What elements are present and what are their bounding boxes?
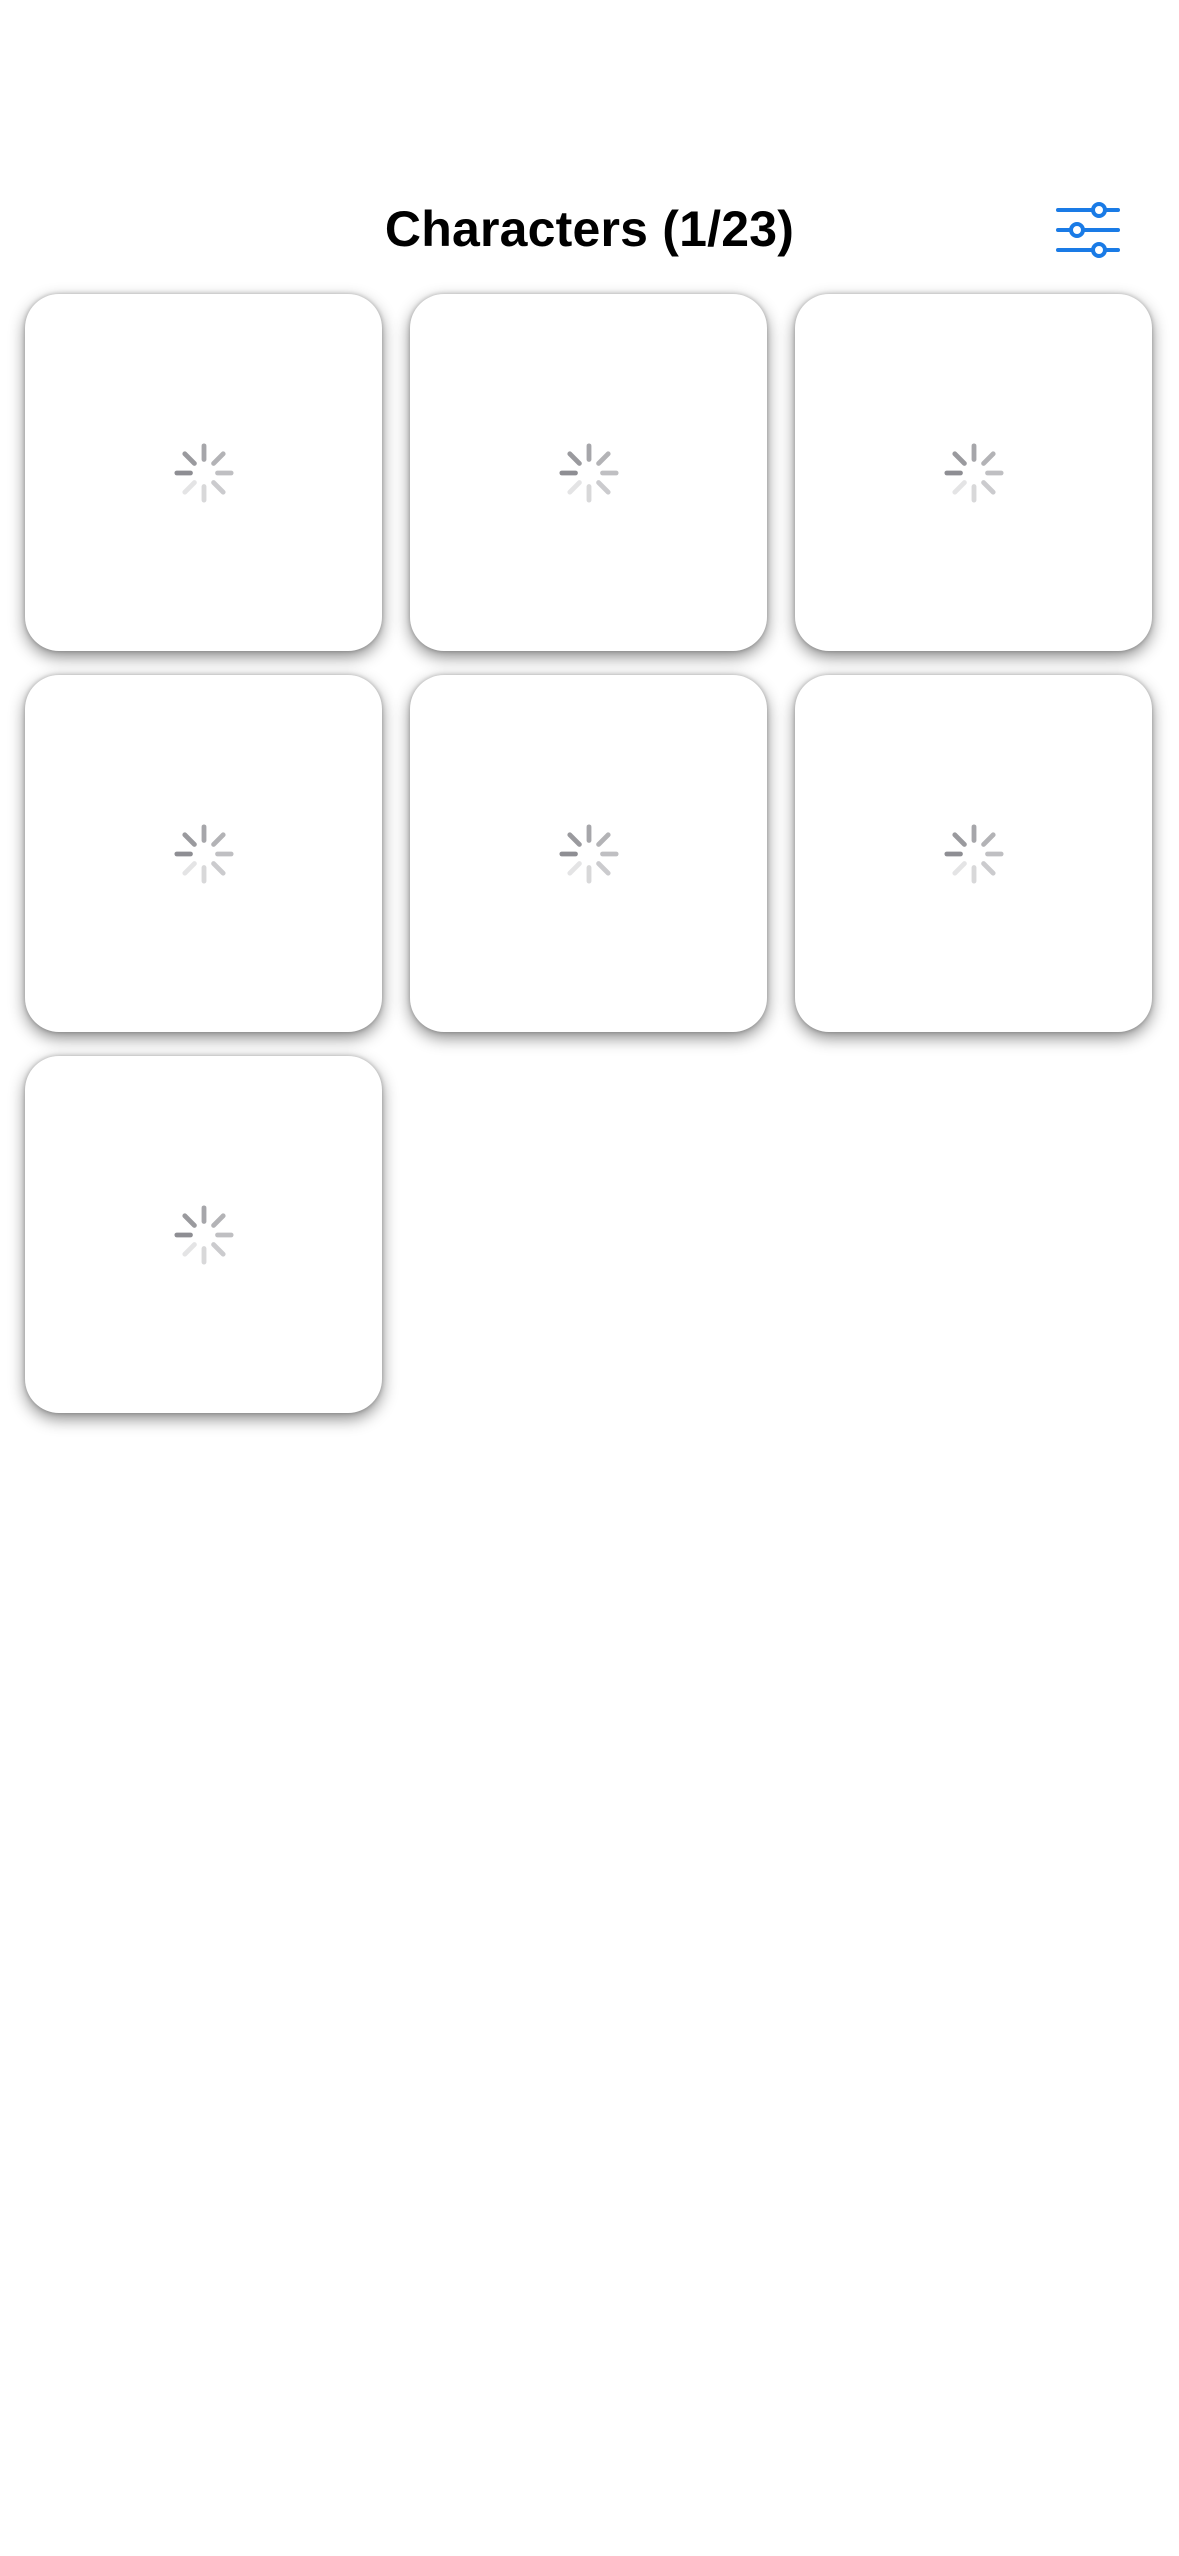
spinner-spoke (980, 831, 996, 847)
spinner-spoke (181, 1212, 197, 1228)
activity-spinner-icon (173, 442, 234, 503)
spinner-spoke (595, 479, 611, 495)
character-card[interactable] (795, 675, 1152, 1032)
spinner-spoke (181, 860, 197, 876)
character-card[interactable] (795, 294, 1152, 651)
character-card[interactable] (410, 675, 767, 1032)
spinner-spoke (566, 831, 582, 847)
spinner-spoke (210, 1241, 226, 1257)
page-title: Characters (1/23) (384, 201, 795, 257)
activity-spinner-icon (558, 442, 619, 503)
spinner-spoke (595, 860, 611, 876)
spinner-spoke (181, 479, 197, 495)
navigation-header: Characters (1/23) (0, 180, 1179, 280)
character-card[interactable] (25, 1056, 382, 1413)
spinner-spoke (566, 479, 582, 495)
spinner-spoke (210, 831, 226, 847)
activity-spinner-icon (173, 823, 234, 884)
spinner-spoke (181, 450, 197, 466)
spinner-spoke (980, 479, 996, 495)
spinner-spoke (566, 450, 582, 466)
sliders-filter-icon (1056, 202, 1120, 258)
spinner-spoke (181, 1241, 197, 1257)
spinner-spoke (210, 1212, 226, 1228)
activity-spinner-icon (943, 823, 1004, 884)
spinner-spoke (951, 860, 967, 876)
activity-spinner-icon (558, 823, 619, 884)
spinner-spoke (566, 860, 582, 876)
spinner-spoke (210, 479, 226, 495)
spinner-spoke (951, 479, 967, 495)
filter-button[interactable] (1052, 200, 1124, 260)
spinner-spoke (210, 450, 226, 466)
characters-grid (25, 294, 1155, 1413)
spinner-spoke (951, 831, 967, 847)
character-card[interactable] (25, 294, 382, 651)
spinner-spoke (951, 450, 967, 466)
character-card[interactable] (410, 294, 767, 651)
activity-spinner-icon (173, 1204, 234, 1265)
spinner-spoke (595, 450, 611, 466)
spinner-spoke (980, 860, 996, 876)
spinner-spoke (595, 831, 611, 847)
spinner-spoke (210, 860, 226, 876)
spinner-spoke (980, 450, 996, 466)
activity-spinner-icon (943, 442, 1004, 503)
character-card[interactable] (25, 675, 382, 1032)
spinner-spoke (181, 831, 197, 847)
